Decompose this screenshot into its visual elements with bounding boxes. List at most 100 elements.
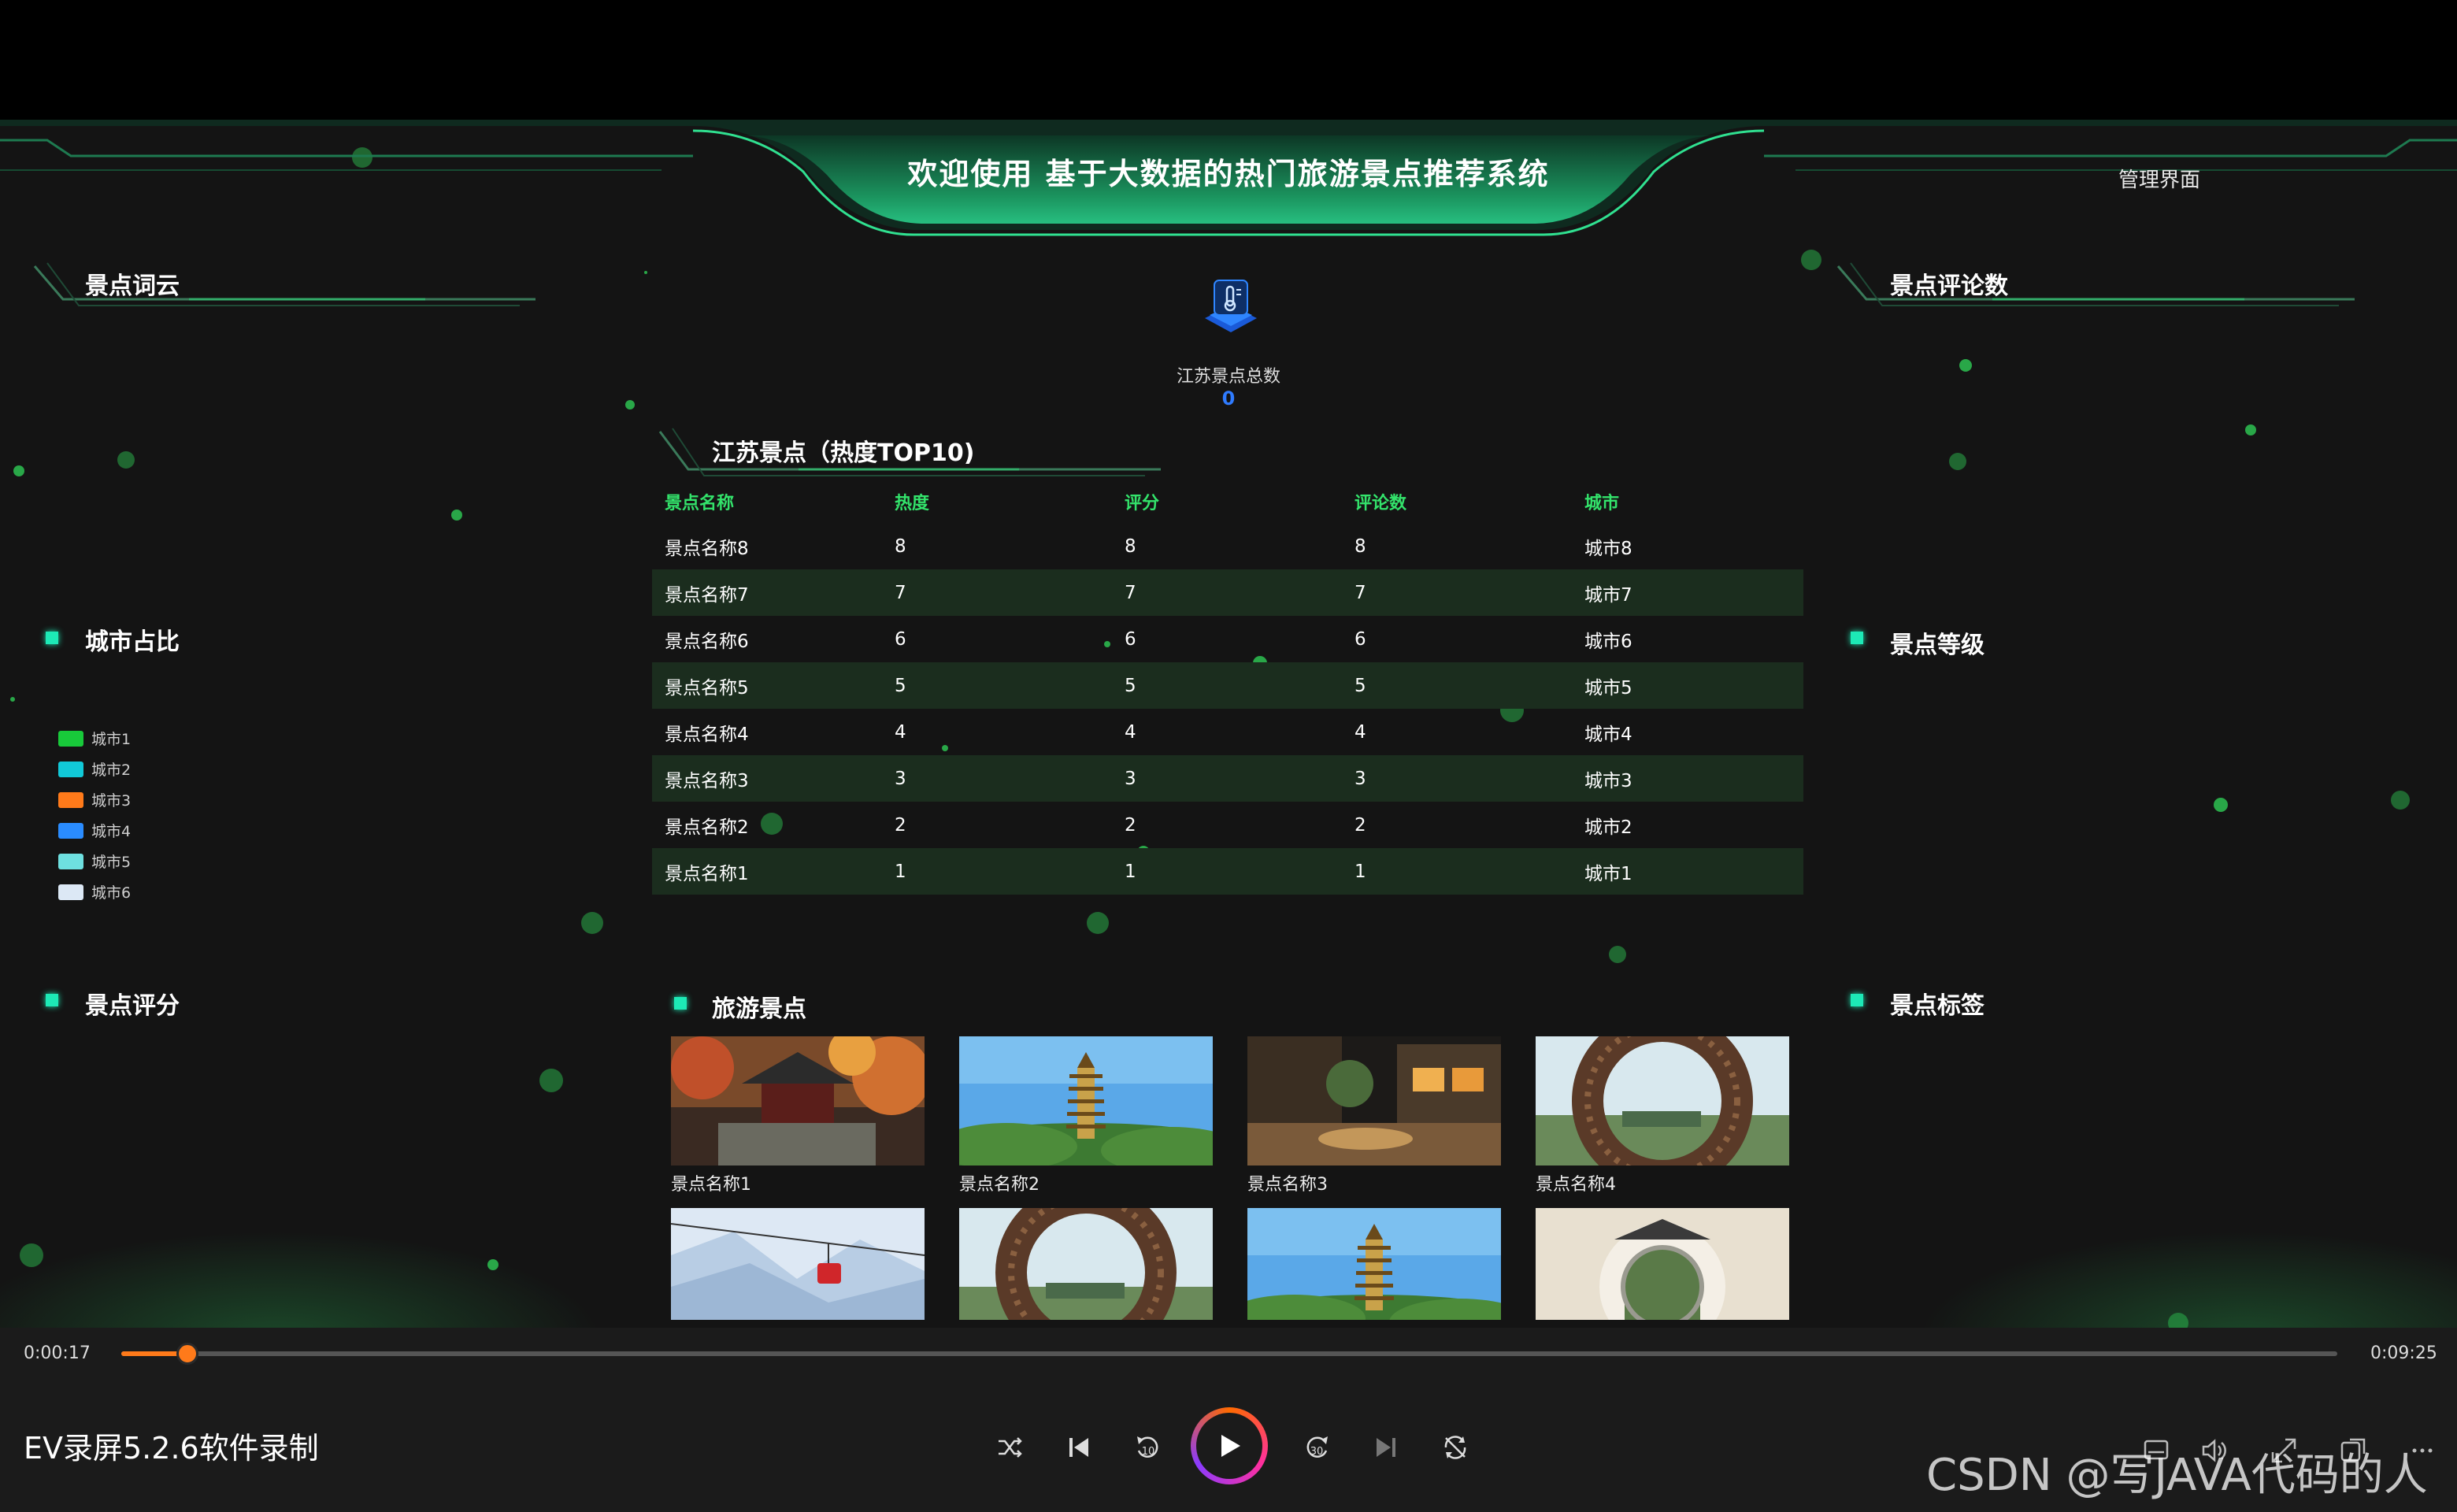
particle-dot [451, 510, 462, 521]
column-header-city: 城市 [1584, 494, 1620, 513]
gallery-thumbnail[interactable] [959, 1036, 1213, 1166]
gallery-item[interactable]: 景点名称1 [671, 1036, 925, 1195]
legend-item[interactable]: 城市6 [58, 876, 131, 907]
gallery-thumbnail[interactable] [959, 1208, 1213, 1320]
cell-name: 景点名称3 [665, 770, 749, 791]
legend-item[interactable]: 城市5 [58, 846, 131, 876]
cell-comments: 7 [1354, 582, 1366, 603]
cell-name: 景点名称2 [665, 817, 749, 838]
cell-comments: 2 [1354, 814, 1366, 836]
legend-label: 城市1 [91, 731, 132, 748]
bottom-left-glow [0, 1222, 630, 1328]
progress-track[interactable] [121, 1343, 2337, 1365]
gallery-item[interactable]: 景点名称2 [959, 1036, 1213, 1195]
gallery-thumbnail[interactable] [1536, 1208, 1789, 1320]
rewind-10-button[interactable]: 10 [1125, 1424, 1172, 1471]
table-row[interactable]: 景点名称2 2 2 2 城市2 [652, 802, 1803, 848]
gallery-thumbnail[interactable] [671, 1036, 925, 1166]
table-row[interactable]: 景点名称7 7 7 7 城市7 [652, 569, 1803, 616]
cell-city: 城市1 [1584, 863, 1632, 884]
cell-heat: 6 [895, 628, 906, 650]
gallery-title: 旅游景点 [712, 995, 806, 1023]
table-row[interactable]: 景点名称3 3 3 3 城市3 [652, 755, 1803, 802]
cell-heat: 7 [895, 582, 906, 603]
particle-dot [539, 1069, 563, 1092]
legend-item[interactable]: 城市2 [58, 754, 131, 784]
cell-comments: 3 [1354, 768, 1366, 789]
next-button[interactable] [1362, 1424, 1410, 1471]
particle-dot [20, 1243, 43, 1267]
cell-comments: 6 [1354, 628, 1366, 650]
thermometer-icon [1205, 280, 1257, 332]
gallery-thumbnail[interactable] [1536, 1036, 1789, 1166]
city-ratio-title: 城市占比 [85, 628, 180, 656]
legend-label: 城市4 [91, 823, 132, 840]
play-button[interactable] [1191, 1407, 1268, 1484]
particle-dot [581, 912, 603, 934]
cell-name: 景点名称5 [665, 677, 749, 699]
table-row[interactable]: 景点名称4 4 4 4 城市4 [652, 709, 1803, 755]
cell-comments: 8 [1354, 536, 1366, 557]
repeat-icon [1444, 1436, 1466, 1459]
table-row[interactable]: 景点名称5 5 5 5 城市5 [652, 662, 1803, 709]
cell-rating: 3 [1125, 768, 1136, 789]
previous-button[interactable] [1055, 1424, 1102, 1471]
table-header-row: 景点名称 热度 评分 评论数 城市 [652, 480, 1803, 523]
legend-item[interactable]: 城市3 [58, 784, 131, 815]
forward-30-button[interactable]: 30 [1293, 1424, 1340, 1471]
cell-rating: 8 [1125, 536, 1136, 557]
gallery-item[interactable] [959, 1208, 1213, 1320]
legend-swatch [58, 730, 83, 747]
cell-comments: 4 [1354, 721, 1366, 743]
particle-dot [2391, 791, 2410, 810]
table-row[interactable]: 景点名称8 8 8 8 城市8 [652, 523, 1803, 569]
gallery-item[interactable]: 景点名称3 [1247, 1036, 1501, 1195]
cell-heat: 3 [895, 768, 906, 789]
particle-dot [13, 465, 24, 476]
gallery-marker [674, 997, 687, 1010]
cell-heat: 5 [895, 675, 906, 696]
gallery-item[interactable]: 景点名称4 [1536, 1036, 1789, 1195]
rewind-10-icon: 10 [1137, 1436, 1158, 1458]
gallery-thumbnail[interactable] [1247, 1036, 1501, 1166]
admin-link[interactable]: 管理界面 [2118, 164, 2200, 193]
top10-title: 江苏景点（热度TOP10) [712, 439, 975, 467]
gallery-item[interactable] [1536, 1208, 1789, 1320]
gallery-thumbnail[interactable] [671, 1208, 925, 1320]
cell-name: 景点名称6 [665, 631, 749, 652]
total-label: 江苏景点总数 [1176, 367, 1280, 387]
gallery-caption: 景点名称2 [959, 1175, 1040, 1195]
total-time: 0:09:25 [2370, 1343, 2437, 1363]
total-value: 0 [1221, 387, 1236, 410]
gallery-thumbnail[interactable] [1247, 1208, 1501, 1320]
word-cloud-title: 景点词云 [85, 272, 180, 300]
gallery-item[interactable] [671, 1208, 925, 1320]
legend-swatch [58, 884, 83, 900]
cell-rating: 1 [1125, 861, 1136, 882]
previous-icon [1069, 1438, 1088, 1457]
legend-item[interactable]: 城市4 [58, 815, 131, 846]
progress-knob[interactable] [176, 1343, 198, 1365]
legend-label: 城市2 [91, 762, 132, 779]
tags-title: 景点标签 [1890, 992, 1984, 1020]
particle-dot [1949, 453, 1966, 470]
table-row[interactable]: 景点名称6 6 6 6 城市6 [652, 616, 1803, 662]
legend-item[interactable]: 城市1 [58, 723, 131, 754]
cell-comments: 5 [1354, 675, 1366, 696]
gallery-item[interactable] [1247, 1208, 1501, 1320]
particle-dot [1959, 359, 1972, 372]
shuffle-button[interactable] [986, 1424, 1033, 1471]
svg-text:30: 30 [1310, 1446, 1324, 1458]
window-top-bar [0, 0, 2457, 120]
recorder-title: EV录屏5.2.6软件录制 [24, 1431, 319, 1466]
cell-city: 城市4 [1584, 724, 1632, 745]
cell-city: 城市2 [1584, 817, 1632, 838]
column-header-comments: 评论数 [1354, 494, 1407, 513]
particle-dot [644, 271, 647, 274]
table-row[interactable]: 景点名称1 1 1 1 城市1 [652, 848, 1803, 895]
gallery-caption: 景点名称1 [671, 1175, 751, 1195]
legend-swatch [58, 822, 83, 839]
particle-dot [2245, 424, 2256, 435]
repeat-button[interactable] [1432, 1424, 1479, 1471]
current-time: 0:00:17 [24, 1343, 91, 1363]
